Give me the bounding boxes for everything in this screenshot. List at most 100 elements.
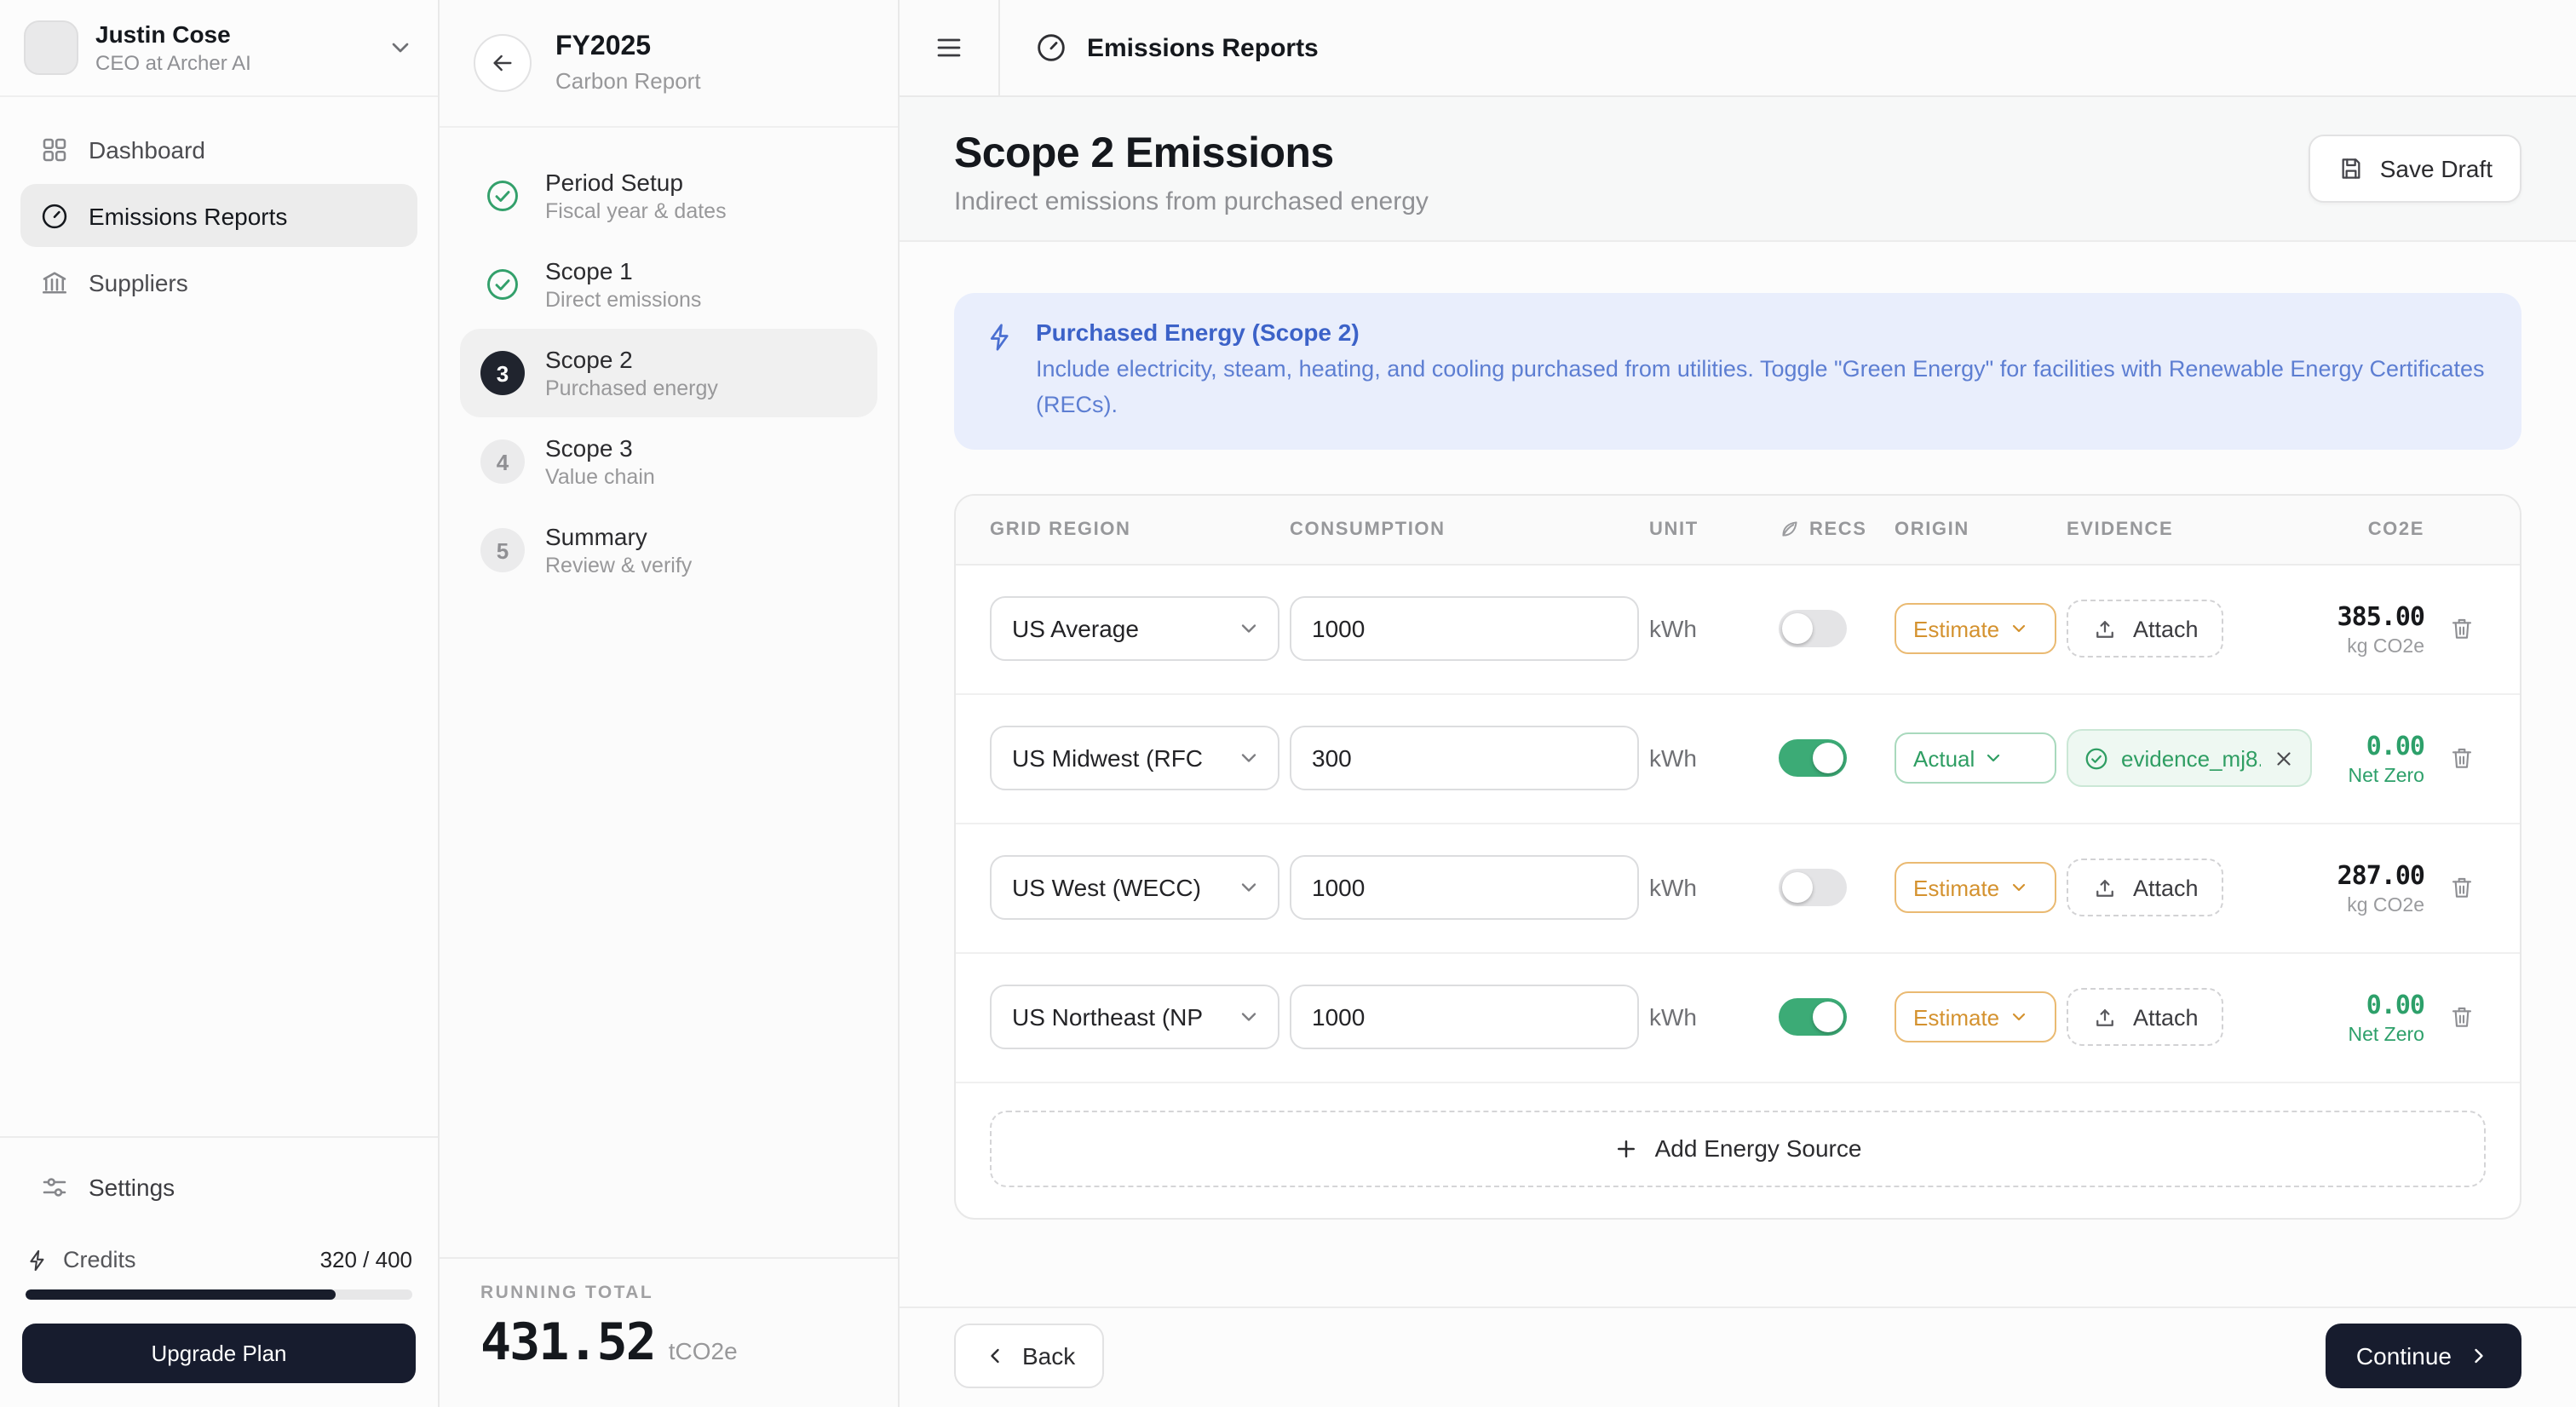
avatar [24, 20, 78, 75]
gauge-icon [1034, 31, 1068, 65]
header-grid-region: Grid Region [990, 519, 1131, 540]
recs-toggle[interactable] [1779, 739, 1847, 778]
hamburger-menu-button[interactable] [900, 0, 1000, 95]
user-meta: Justin Cose CEO at Archer AI [95, 20, 370, 75]
unit-label: kWh [1649, 874, 1697, 902]
continue-button[interactable]: Continue [2325, 1324, 2521, 1388]
recs-toggle[interactable] [1779, 869, 1847, 907]
delete-row-button[interactable] [2438, 994, 2486, 1042]
floppy-icon [2337, 155, 2365, 182]
sidebar-item-label: Emissions Reports [89, 202, 288, 229]
unit-label: kWh [1649, 744, 1697, 772]
upload-icon [2092, 1005, 2118, 1031]
wizard-back-button[interactable] [474, 34, 532, 92]
chevron-right-icon [2467, 1344, 2491, 1368]
save-draft-button[interactable]: Save Draft [2308, 135, 2521, 203]
user-menu[interactable]: Justin Cose CEO at Archer AI [0, 0, 438, 97]
header-recs: RECS [1779, 519, 1884, 541]
unit-label: kWh [1649, 1003, 1697, 1031]
page-subtitle: Indirect emissions from purchased energy [954, 187, 1429, 216]
user-name: Justin Cose [95, 20, 231, 48]
sidebar-item-label: Suppliers [89, 268, 188, 296]
consumption-input[interactable] [1290, 726, 1639, 791]
toggle-knob [1782, 613, 1813, 645]
grid-region-select[interactable]: US Northeast (NP [990, 985, 1279, 1050]
chevron-down-icon [1237, 617, 1261, 641]
origin-select[interactable]: Actual [1895, 732, 2056, 784]
step-number-badge: 5 [480, 528, 525, 572]
bolt-icon [985, 322, 1015, 424]
page-header: Scope 2 Emissions Indirect emissions fro… [900, 97, 2576, 242]
co2e-cell: 287.00 kg CO2e [2337, 859, 2425, 916]
attach-evidence-button[interactable]: Attach [2067, 600, 2224, 658]
check-circle-icon [480, 262, 525, 307]
delete-row-button[interactable] [2438, 864, 2486, 912]
grid-region-select[interactable]: US West (WECC) [990, 855, 1279, 921]
add-energy-source-button[interactable]: Add Energy Source [990, 1110, 2486, 1187]
sidebar-bottom: Settings Credits 320 / 400 Upgrade Plan [0, 1136, 438, 1407]
delete-row-button[interactable] [2438, 735, 2486, 783]
sidebar-item-settings[interactable]: Settings [20, 1151, 417, 1223]
running-total-panel: RUNNING TOTAL 431.52 tCO2e [440, 1257, 898, 1407]
step-sub: Direct emissions [545, 288, 702, 312]
chevron-down-icon [1237, 747, 1261, 771]
wizard-steps: Period Setup Fiscal year & dates Scope 1… [440, 128, 898, 618]
header-evidence: Evidence [2067, 519, 2174, 540]
upload-icon [2092, 876, 2118, 901]
origin-select[interactable]: Estimate [1895, 862, 2056, 914]
settings-label: Settings [89, 1174, 175, 1201]
evidence-chip[interactable]: evidence_mj8... [2067, 729, 2312, 788]
app-window: Justin Cose CEO at Archer AI Dashboard E… [0, 0, 2576, 1407]
back-button[interactable]: Back [954, 1324, 1105, 1388]
consumption-input[interactable] [1290, 855, 1639, 921]
chevron-down-icon [2008, 1008, 2028, 1028]
origin-select[interactable]: Estimate [1895, 603, 2056, 655]
header-consumption: Consumption [1290, 519, 1446, 540]
sidebar-item-emissions-reports[interactable]: Emissions Reports [20, 184, 417, 247]
running-total-label: RUNNING TOTAL [480, 1283, 654, 1303]
step-label: Summary [545, 523, 647, 550]
upgrade-plan-button[interactable]: Upgrade Plan [22, 1324, 416, 1383]
chevron-down-icon [1237, 876, 1261, 900]
unit-label: kWh [1649, 615, 1697, 643]
credits-label: Credits [63, 1247, 136, 1272]
report-title: FY2025 [555, 32, 652, 61]
remove-evidence-icon[interactable] [2273, 748, 2295, 770]
origin-select[interactable]: Estimate [1895, 991, 2056, 1043]
gauge-icon [39, 200, 70, 231]
step-scope-1[interactable]: Scope 1 Direct emissions [460, 240, 877, 329]
consumption-input[interactable] [1290, 985, 1639, 1050]
wizard-header: FY2025 Carbon Report [440, 0, 898, 128]
running-total-unit: tCO2e [668, 1337, 738, 1364]
save-draft-label: Save Draft [2379, 155, 2493, 182]
sliders-icon [39, 1172, 70, 1203]
credits-value: 320 / 400 [319, 1247, 412, 1272]
credits-row: Credits 320 / 400 [20, 1247, 417, 1272]
bolt-icon [26, 1248, 49, 1272]
attach-evidence-button[interactable]: Attach [2067, 859, 2224, 917]
step-summary[interactable]: 5 Summary Review & verify [460, 506, 877, 594]
delete-row-button[interactable] [2438, 606, 2486, 653]
step-sub: Purchased energy [545, 376, 718, 400]
co2e-cell: 0.00 Net Zero [2348, 730, 2425, 787]
chevron-down-icon [2008, 878, 2028, 899]
sidebar-item-suppliers[interactable]: Suppliers [20, 250, 417, 313]
step-period-setup[interactable]: Period Setup Fiscal year & dates [460, 152, 877, 240]
table-header-row: Grid Region Consumption Unit RECS Origin… [956, 495, 2520, 566]
sidebar-item-dashboard[interactable]: Dashboard [20, 118, 417, 181]
evidence-filename: evidence_mj8... [2121, 745, 2261, 772]
step-scope-2[interactable]: 3 Scope 2 Purchased energy [460, 329, 877, 417]
recs-toggle[interactable] [1779, 610, 1847, 648]
consumption-input[interactable] [1290, 596, 1639, 662]
grid-region-select[interactable]: US Midwest (RFC [990, 726, 1279, 791]
step-number-badge: 4 [480, 439, 525, 484]
wizard-footer-nav: Back Continue [900, 1306, 2576, 1407]
step-scope-3[interactable]: 4 Scope 3 Value chain [460, 417, 877, 506]
toggle-knob [1813, 743, 1843, 774]
attach-evidence-button[interactable]: Attach [2067, 988, 2224, 1047]
recs-toggle[interactable] [1779, 998, 1847, 1037]
info-banner: Purchased Energy (Scope 2) Include elect… [954, 293, 2521, 450]
header-co2e: CO2E [2367, 519, 2424, 540]
grid-region-select[interactable]: US Average [990, 596, 1279, 662]
chevron-down-icon [387, 34, 414, 61]
